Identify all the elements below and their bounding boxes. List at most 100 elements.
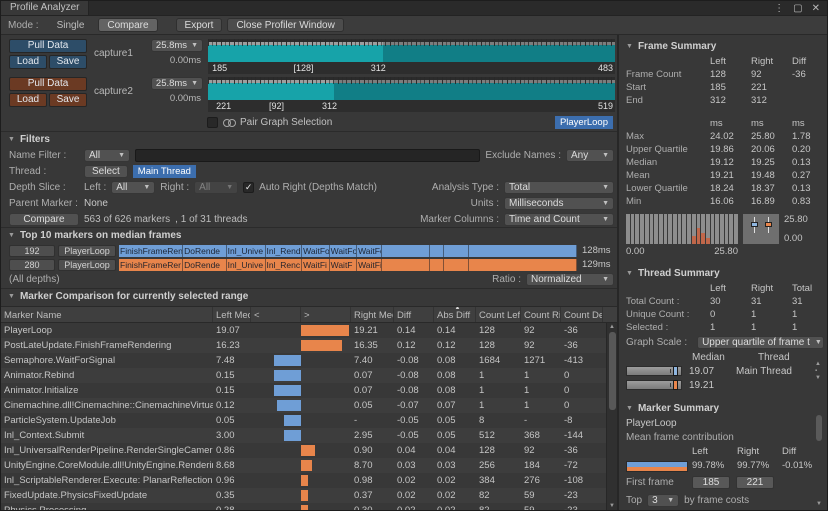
table-row[interactable]: Semaphore.WaitForSignal7.487.40-0.080.08… (1, 353, 617, 368)
top-count-dropdown[interactable]: 3▼ (647, 494, 679, 507)
table-scrollbar[interactable]: ▲ ▼ (606, 323, 617, 510)
maximize-icon[interactable]: ▢ (793, 3, 802, 14)
cell-right-median: 8.70 (351, 458, 394, 473)
column-header-left-median[interactable]: Left Median (213, 307, 251, 322)
column-header--[interactable]: < (251, 307, 301, 322)
table-row[interactable]: Inl_Context.Submit3.002.95-0.050.0551236… (1, 428, 617, 443)
save-button-1[interactable]: Save (49, 55, 87, 69)
thread-select-button[interactable]: Select (84, 165, 128, 178)
histogram-bar (734, 214, 738, 244)
pull-data-button-2[interactable]: Pull Data (9, 77, 87, 91)
column-header-abs-diff[interactable]: Abs Diff▲ (434, 307, 476, 322)
cell-right-bar (301, 443, 351, 458)
analysis-type-dropdown[interactable]: Total▼ (504, 181, 614, 194)
table-row[interactable]: Animator.Rebind0.150.07-0.080.08110 (1, 368, 617, 383)
histogram-bar (645, 214, 649, 244)
depth-right-dropdown[interactable]: All▼ (194, 181, 238, 194)
export-button[interactable]: Export (176, 18, 223, 32)
table-row[interactable]: PlayerLoop19.0719.210.140.1412892-36 (1, 323, 617, 338)
scrollbar-thumb[interactable] (609, 332, 616, 410)
cell-left-bar (251, 323, 301, 338)
top10-bar-segment: WaitFo (357, 245, 382, 257)
top10-row-right: 280 PlayerLoop FinishFrameRerDoRendeInl_… (1, 258, 617, 271)
close-icon[interactable]: ✕ (812, 3, 820, 14)
cell-name: Inl_ScriptableRenderer.Execute: PlanarRe… (1, 473, 213, 488)
graph-scale-dropdown[interactable]: Upper quartile of frame t▼ (697, 336, 824, 349)
summary-value: 1 (792, 321, 827, 334)
compare-button[interactable]: Compare (9, 213, 79, 226)
pull-data-button-1[interactable]: Pull Data (9, 39, 87, 53)
table-row[interactable]: Inl_ScriptableRenderer.Execute: PlanarRe… (1, 473, 617, 488)
thread-range-slider[interactable] (626, 366, 682, 376)
table-row[interactable]: Physics.Processing0.280.300.020.028259-2… (1, 503, 617, 510)
units-dropdown[interactable]: Milliseconds▼ (504, 197, 614, 210)
comparison-header[interactable]: ▼ Marker Comparison for currently select… (1, 288, 617, 304)
depth-range-dropdown-1[interactable]: 25.8ms▼ (151, 39, 203, 52)
frame-index-button[interactable]: 192 (9, 245, 55, 257)
cell-diff: -0.08 (394, 368, 434, 383)
cell-count-right: 59 (521, 503, 561, 510)
scrollbar-thumb[interactable] (816, 415, 822, 441)
foldout-triangle-icon: ▼ (8, 136, 15, 143)
marker-columns-dropdown[interactable]: Time and Count▼ (504, 213, 614, 226)
table-row[interactable]: Cinemachine.dll!Cinemachine::Cinemachine… (1, 398, 617, 413)
table-row[interactable]: Animator.Initialize0.150.07-0.080.08110 (1, 383, 617, 398)
frame-time-graph-1[interactable] (208, 39, 615, 62)
first-frame-right-button[interactable]: 221 (736, 476, 774, 489)
column-header--[interactable]: > (301, 307, 351, 322)
name-filter-input[interactable] (135, 149, 480, 162)
kebab-menu-icon[interactable]: ⋮ (774, 3, 784, 14)
thread-row[interactable]: 19.07Main Thread▲▪▼ (626, 364, 824, 378)
thread-scroll-arrows[interactable]: ▲▪▼ (815, 361, 824, 381)
exclude-mode-dropdown[interactable]: Any▼ (566, 149, 614, 162)
depth-range-dropdown-2[interactable]: 25.8ms▼ (151, 77, 203, 90)
marker-summary-header[interactable]: ▼ Marker Summary (626, 399, 824, 417)
mode-single-button[interactable]: Single (48, 18, 94, 32)
thread-range-slider[interactable] (626, 380, 682, 390)
name-filter-mode-dropdown[interactable]: All▼ (84, 149, 130, 162)
ratio-dropdown[interactable]: Normalized▼ (526, 273, 614, 286)
frame-index-button[interactable]: 280 (9, 259, 55, 271)
scroll-down-icon[interactable]: ▼ (609, 503, 615, 509)
thread-summary-header[interactable]: ▼ Thread Summary (626, 264, 824, 282)
load-button-2[interactable]: Load (9, 93, 47, 107)
marker-button[interactable]: PlayerLoop (58, 259, 116, 271)
column-header-right-median[interactable]: Right Median (351, 307, 394, 322)
table-row[interactable]: ParticleSystem.UpdateJob0.05--0.050.058-… (1, 413, 617, 428)
marker-button[interactable]: PlayerLoop (58, 245, 116, 257)
pair-graph-checkbox[interactable] (207, 117, 218, 128)
frame-summary-header[interactable]: ▼ Frame Summary (626, 37, 824, 55)
capture1-label: capture1 (92, 39, 148, 59)
frame-time-histogram[interactable] (626, 214, 738, 244)
top10-bar-right[interactable]: FinishFrameRerDoRendeInl_UniveInl_RencWa… (119, 259, 577, 271)
tab-profile-analyzer[interactable]: Profile Analyzer (1, 1, 89, 15)
load-button-1[interactable]: Load (9, 55, 47, 69)
top10-bar-left[interactable]: FinishFrameRendDoRendeInl_UniveInl_RendW… (119, 245, 577, 257)
close-profiler-window-button[interactable]: Close Profiler Window (227, 18, 343, 32)
column-header-marker-name[interactable]: Marker Name (1, 307, 213, 322)
column-header-count-right[interactable]: Count Right (521, 307, 561, 322)
thread-row[interactable]: 19.21 (626, 378, 824, 392)
table-row[interactable]: PostLateUpdate.FinishFrameRendering16.23… (1, 338, 617, 353)
frame-time-graph-2[interactable] (208, 77, 615, 100)
auto-right-checkbox[interactable]: ✓ (243, 182, 254, 193)
table-row[interactable]: UnityEngine.CoreModule.dll!UnityEngine.R… (1, 458, 617, 473)
marker-summary-scrollbar[interactable]: ▼ (815, 399, 823, 507)
table-row[interactable]: Inl_UniversalRenderPipeline.RenderSingle… (1, 443, 617, 458)
column-header-count-delta[interactable]: Count Delta (561, 307, 603, 322)
save-button-2[interactable]: Save (49, 93, 87, 107)
histogram-bar (664, 214, 668, 244)
slider-handle-icon[interactable] (673, 366, 678, 376)
filters-header[interactable]: ▼ Filters (1, 131, 617, 147)
column-header-diff[interactable]: Diff (394, 307, 434, 322)
top10-header[interactable]: ▼ Top 10 markers on median frames (1, 227, 617, 243)
first-frame-left-button[interactable]: 185 (692, 476, 730, 489)
slider-handle-icon[interactable] (673, 380, 678, 390)
depth-left-dropdown[interactable]: All▼ (111, 181, 155, 194)
table-row[interactable]: FixedUpdate.PhysicsFixedUpdate0.350.370.… (1, 488, 617, 503)
column-header-count-left[interactable]: Count Left (476, 307, 521, 322)
summary-value: 30 (710, 295, 751, 308)
scroll-up-icon[interactable]: ▲ (609, 324, 615, 330)
scroll-down-icon[interactable]: ▼ (816, 501, 822, 507)
mode-compare-button[interactable]: Compare (98, 18, 157, 32)
